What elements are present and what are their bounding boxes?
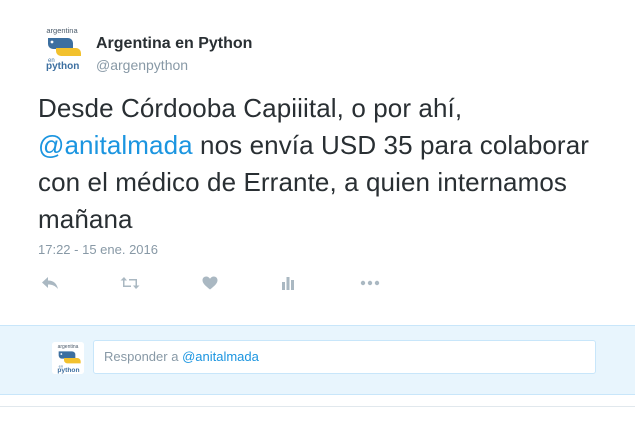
heart-icon [202,276,218,290]
divider [0,406,635,407]
mention-link[interactable]: @anitalmada [38,130,193,160]
logo-small-text-top: argentina [58,344,79,350]
profile-avatar[interactable]: argentina en python [38,24,86,72]
retweet-icon [120,277,140,289]
reply-input[interactable]: Responder a @anitalmada [93,340,596,374]
retweet-button[interactable] [118,271,142,295]
logo-small-text-bottom: python [57,367,79,374]
reply-button[interactable] [38,271,62,295]
bar-chart-icon [282,277,294,290]
reply-box-area: argentina en python Responder a @anitalm… [0,325,635,395]
profile-name[interactable]: Argentina en Python [96,35,252,53]
tweet-text-part1: Desde Córdooba Capiiital, o por ahí, [38,93,463,123]
user-avatar: argentina en python [52,342,84,374]
more-button[interactable] [358,271,382,295]
argentina-en-python-logo: argentina en python [38,24,86,72]
tweet-text: Desde Córdooba Capiiital, o por ahí, @an… [38,90,618,238]
argentina-en-python-logo-small: argentina en python [52,342,84,374]
more-dots-icon [360,280,380,286]
reply-prefix: Responder a [104,349,183,364]
analytics-button[interactable] [276,271,300,295]
like-button[interactable] [198,271,222,295]
reply-icon [42,277,58,289]
profile-handle[interactable]: @argenpython [96,57,188,73]
tweet-timestamp[interactable]: 17:22 - 15 ene. 2016 [38,242,158,257]
tweet-card: argentina en python Argentina en Python … [0,0,635,325]
logo-text-top: argentina [46,26,78,35]
logo-text-bottom: python [46,61,79,72]
reply-mention: @anitalmada [182,349,259,364]
